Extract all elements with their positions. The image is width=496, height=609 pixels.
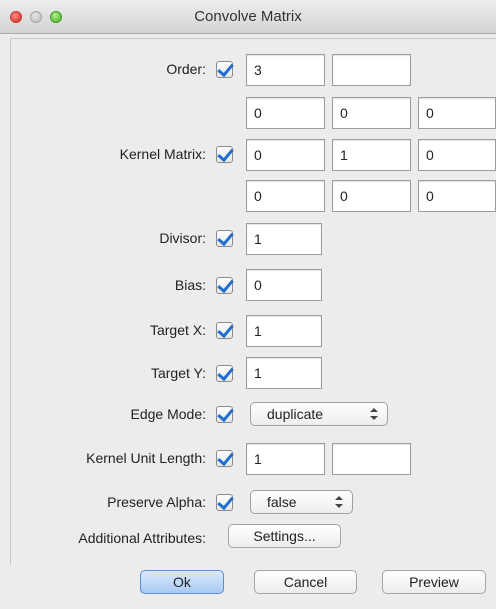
preserve-alpha-label: Preserve Alpha: xyxy=(107,494,206,510)
order-x-field[interactable]: 3 xyxy=(246,54,325,86)
kernel-unit-length-y-field[interactable] xyxy=(332,443,411,475)
additional-attributes-label: Additional Attributes: xyxy=(78,530,206,546)
kernel-cell-1-2[interactable]: 0 xyxy=(418,139,496,171)
target-y-checkbox[interactable] xyxy=(216,365,233,382)
preserve-alpha-checkbox[interactable] xyxy=(216,494,233,511)
bias-checkbox[interactable] xyxy=(216,277,233,294)
preview-button[interactable]: Preview xyxy=(382,570,486,594)
divisor-checkbox[interactable] xyxy=(216,230,233,247)
kernel-cell-0-1[interactable]: 0 xyxy=(332,97,411,129)
order-checkbox[interactable] xyxy=(216,61,233,78)
kernel-cell-2-2[interactable]: 0 xyxy=(418,180,496,212)
preserve-alpha-value: false xyxy=(267,494,297,510)
window-title: Convolve Matrix xyxy=(194,8,302,25)
target-y-field[interactable]: 1 xyxy=(246,357,322,389)
bias-field[interactable]: 0 xyxy=(246,269,322,301)
kernel-cell-2-1[interactable]: 0 xyxy=(332,180,411,212)
kernel-matrix-checkbox[interactable] xyxy=(216,146,233,163)
order-label: Order: xyxy=(166,61,206,77)
ok-button[interactable]: Ok xyxy=(140,570,224,594)
kernel-cell-1-1[interactable]: 1 xyxy=(332,139,411,171)
kernel-unit-length-checkbox[interactable] xyxy=(216,450,233,467)
divisor-label: Divisor: xyxy=(159,230,206,246)
target-y-label: Target Y: xyxy=(150,365,206,381)
settings-button[interactable]: Settings... xyxy=(228,524,341,548)
kernel-unit-length-x-field[interactable]: 1 xyxy=(246,443,325,475)
divisor-field[interactable]: 1 xyxy=(246,223,322,255)
kernel-cell-2-0[interactable]: 0 xyxy=(246,180,325,212)
bias-label: Bias: xyxy=(174,277,206,293)
edge-mode-select[interactable]: duplicate xyxy=(250,402,388,426)
select-arrows-icon xyxy=(335,496,343,508)
cancel-button[interactable]: Cancel xyxy=(254,570,357,594)
kernel-cell-1-0[interactable]: 0 xyxy=(246,139,325,171)
convolve-matrix-dialog: Convolve Matrix Order: 3 0 0 0 Kernel Ma… xyxy=(0,0,496,609)
target-x-field[interactable]: 1 xyxy=(246,315,322,347)
select-arrows-icon xyxy=(370,408,378,420)
edge-mode-label: Edge Mode: xyxy=(130,406,207,422)
kernel-cell-0-0[interactable]: 0 xyxy=(246,97,325,129)
kernel-cell-0-2[interactable]: 0 xyxy=(418,97,496,129)
edge-mode-checkbox[interactable] xyxy=(216,406,233,423)
kernel-unit-length-label: Kernel Unit Length: xyxy=(86,450,206,466)
target-x-label: Target X: xyxy=(149,322,206,338)
kernel-matrix-label: Kernel Matrix: xyxy=(119,146,206,162)
order-y-field[interactable] xyxy=(332,54,411,86)
target-x-checkbox[interactable] xyxy=(216,322,233,339)
edge-mode-value: duplicate xyxy=(267,406,324,422)
preserve-alpha-select[interactable]: false xyxy=(250,490,353,514)
title-bar: Convolve Matrix xyxy=(0,0,496,34)
